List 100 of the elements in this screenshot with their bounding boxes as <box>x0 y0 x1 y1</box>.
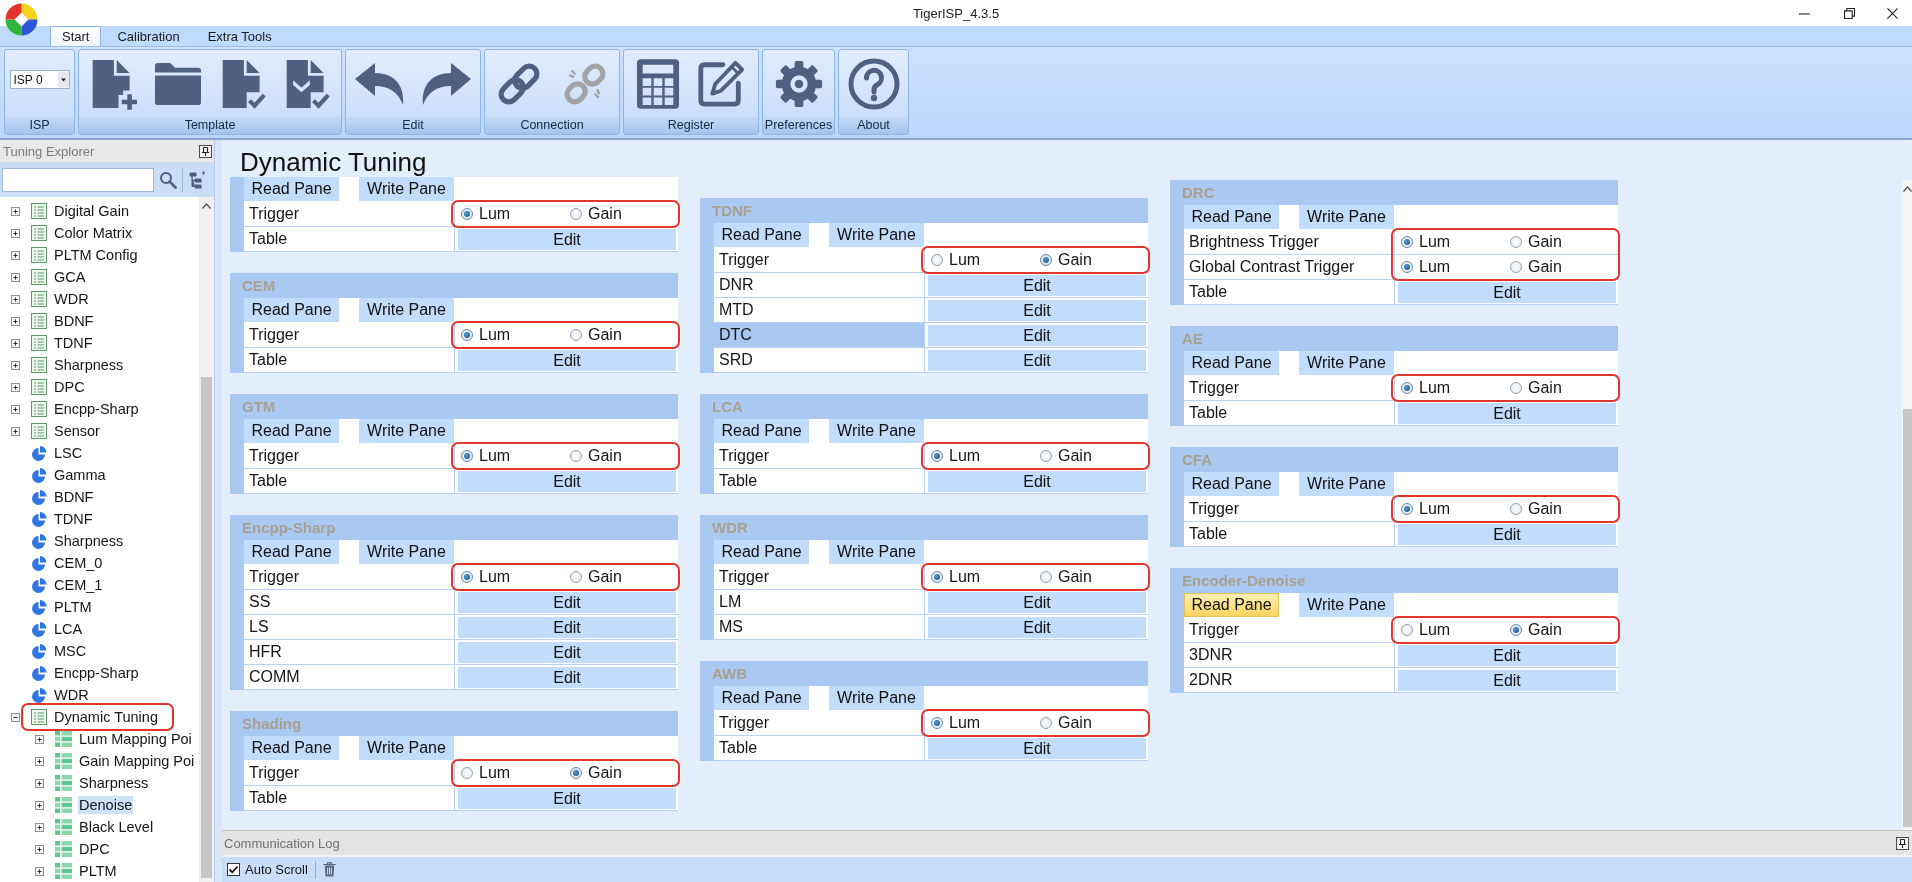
pane-button[interactable]: Write Pane <box>1299 472 1394 496</box>
settings-icon[interactable] <box>773 58 824 109</box>
pane-button[interactable]: Write Pane <box>829 223 924 247</box>
scrollbar-thumb[interactable] <box>201 377 212 878</box>
tree-item[interactable]: Dynamic Tuning <box>53 708 159 726</box>
edit-button[interactable]: Edit <box>1398 282 1616 303</box>
edit-button[interactable]: Edit <box>928 738 1146 759</box>
tree-item[interactable]: CEM_0 <box>53 554 104 572</box>
folder-icon[interactable] <box>153 60 203 107</box>
radio-option[interactable]: Lum <box>931 714 981 732</box>
tree-item[interactable]: DPC <box>78 840 111 858</box>
pane-button[interactable]: Write Pane <box>1299 205 1394 229</box>
tree-item[interactable]: Gamma <box>53 466 107 484</box>
edit-button[interactable]: Edit <box>458 788 676 809</box>
pane-button[interactable]: Read Pane <box>1184 351 1279 375</box>
scrollbar-thumb[interactable] <box>1902 409 1912 827</box>
tree-item[interactable]: Encpp-Sharp <box>53 664 140 682</box>
expand-icon[interactable] <box>35 734 44 744</box>
tree-item[interactable]: Denoise <box>78 796 134 814</box>
edit-button[interactable]: Edit <box>928 275 1146 296</box>
radio-option[interactable]: Gain <box>570 568 622 586</box>
tree-item[interactable]: LSC <box>53 444 84 462</box>
edit-button[interactable]: Edit <box>928 325 1146 346</box>
tree-item[interactable]: Black Level <box>78 818 155 836</box>
radio-option[interactable]: Lum <box>461 326 511 344</box>
radio-option[interactable]: Gain <box>1510 258 1562 276</box>
edit-button[interactable]: Edit <box>458 471 676 492</box>
radio-option[interactable]: Lum <box>931 568 981 586</box>
expand-icon[interactable] <box>11 250 20 260</box>
pane-button[interactable]: Read Pane <box>244 298 339 322</box>
tree-item[interactable]: Digital Gain <box>53 202 130 220</box>
expand-icon[interactable] <box>35 844 44 854</box>
edit-button[interactable]: Edit <box>1398 403 1616 424</box>
close-icon[interactable] <box>1886 7 1898 19</box>
tree-item[interactable]: PLTM <box>53 598 93 616</box>
radio-option[interactable]: Lum <box>1401 500 1451 518</box>
scrollbar-track[interactable] <box>1902 180 1912 830</box>
tree-view-icon[interactable] <box>188 170 206 189</box>
radio-option[interactable]: Lum <box>931 251 981 269</box>
tree-item[interactable]: BDNF <box>53 488 95 506</box>
tree-item[interactable]: TDNF <box>53 510 94 528</box>
edit-icon[interactable] <box>696 58 746 109</box>
expand-icon[interactable] <box>11 206 20 216</box>
scroll-up-icon[interactable] <box>1902 186 1912 192</box>
pane-button[interactable]: Write Pane <box>829 419 924 443</box>
isp-select[interactable]: ISP 0 <box>9 70 70 89</box>
pane-button[interactable]: Read Pane <box>244 540 339 564</box>
pane-button[interactable]: Read Pane <box>244 419 339 443</box>
expand-icon[interactable] <box>35 866 44 876</box>
radio-option[interactable]: Lum <box>1401 258 1451 276</box>
pane-button[interactable]: Write Pane <box>829 686 924 710</box>
pane-button[interactable]: Write Pane <box>359 540 454 564</box>
pane-button[interactable]: Read Pane <box>714 223 809 247</box>
edit-button[interactable]: Edit <box>458 592 676 613</box>
pane-button[interactable]: Read Pane <box>1184 593 1279 617</box>
pane-button[interactable]: Write Pane <box>359 177 454 201</box>
radio-option[interactable]: Gain <box>570 205 622 223</box>
edit-button[interactable]: Edit <box>928 617 1146 638</box>
scroll-up-icon[interactable] <box>202 203 211 209</box>
edit-button[interactable]: Edit <box>928 592 1146 613</box>
radio-option[interactable]: Lum <box>1401 233 1451 251</box>
ribbon-tab[interactable]: Start <box>50 26 102 46</box>
color-wheel-icon[interactable] <box>5 3 38 36</box>
tree-item[interactable]: Sharpness <box>53 356 125 374</box>
radio-option[interactable]: Gain <box>1040 714 1092 732</box>
pane-button[interactable]: Write Pane <box>359 298 454 322</box>
radio-option[interactable]: Gain <box>570 764 622 782</box>
tree-item[interactable]: Sharpness <box>78 774 150 792</box>
edit-button[interactable]: Edit <box>1398 645 1616 666</box>
radio-option[interactable]: Lum <box>1401 379 1451 397</box>
radio-option[interactable]: Lum <box>931 447 981 465</box>
expand-icon[interactable] <box>11 382 20 392</box>
ribbon-tab[interactable]: Calibration <box>105 26 192 46</box>
radio-option[interactable]: Gain <box>1040 568 1092 586</box>
pane-button[interactable]: Read Pane <box>714 686 809 710</box>
redo-icon[interactable] <box>421 61 473 106</box>
pane-button[interactable]: Read Pane <box>714 419 809 443</box>
expand-icon[interactable] <box>11 228 20 238</box>
restore-icon[interactable] <box>1844 7 1855 19</box>
pane-button[interactable]: Write Pane <box>829 540 924 564</box>
pane-button[interactable]: Read Pane <box>244 177 339 201</box>
tree-item[interactable]: WDR <box>53 290 90 308</box>
tree-item[interactable]: MSC <box>53 642 88 660</box>
help-icon[interactable] <box>847 57 900 110</box>
undo-icon[interactable] <box>353 61 405 106</box>
tree-item[interactable]: Lum Mapping Poi <box>78 730 193 748</box>
expand-icon[interactable] <box>35 800 44 810</box>
expand-icon[interactable] <box>11 338 20 348</box>
trash-icon[interactable] <box>322 862 336 877</box>
tree-item[interactable]: DPC <box>53 378 86 396</box>
radio-option[interactable]: Gain <box>1510 621 1562 639</box>
pane-button[interactable]: Write Pane <box>1299 351 1394 375</box>
tree-item[interactable]: TDNF <box>53 334 94 352</box>
checkbox-option[interactable]: Auto Scroll <box>227 862 308 877</box>
edit-button[interactable]: Edit <box>458 350 676 371</box>
search-field[interactable] <box>2 167 154 192</box>
radio-option[interactable]: Lum <box>461 205 511 223</box>
expand-icon[interactable] <box>11 294 20 304</box>
pane-button[interactable]: Write Pane <box>1299 593 1394 617</box>
tree-item[interactable]: Sensor <box>53 422 101 440</box>
